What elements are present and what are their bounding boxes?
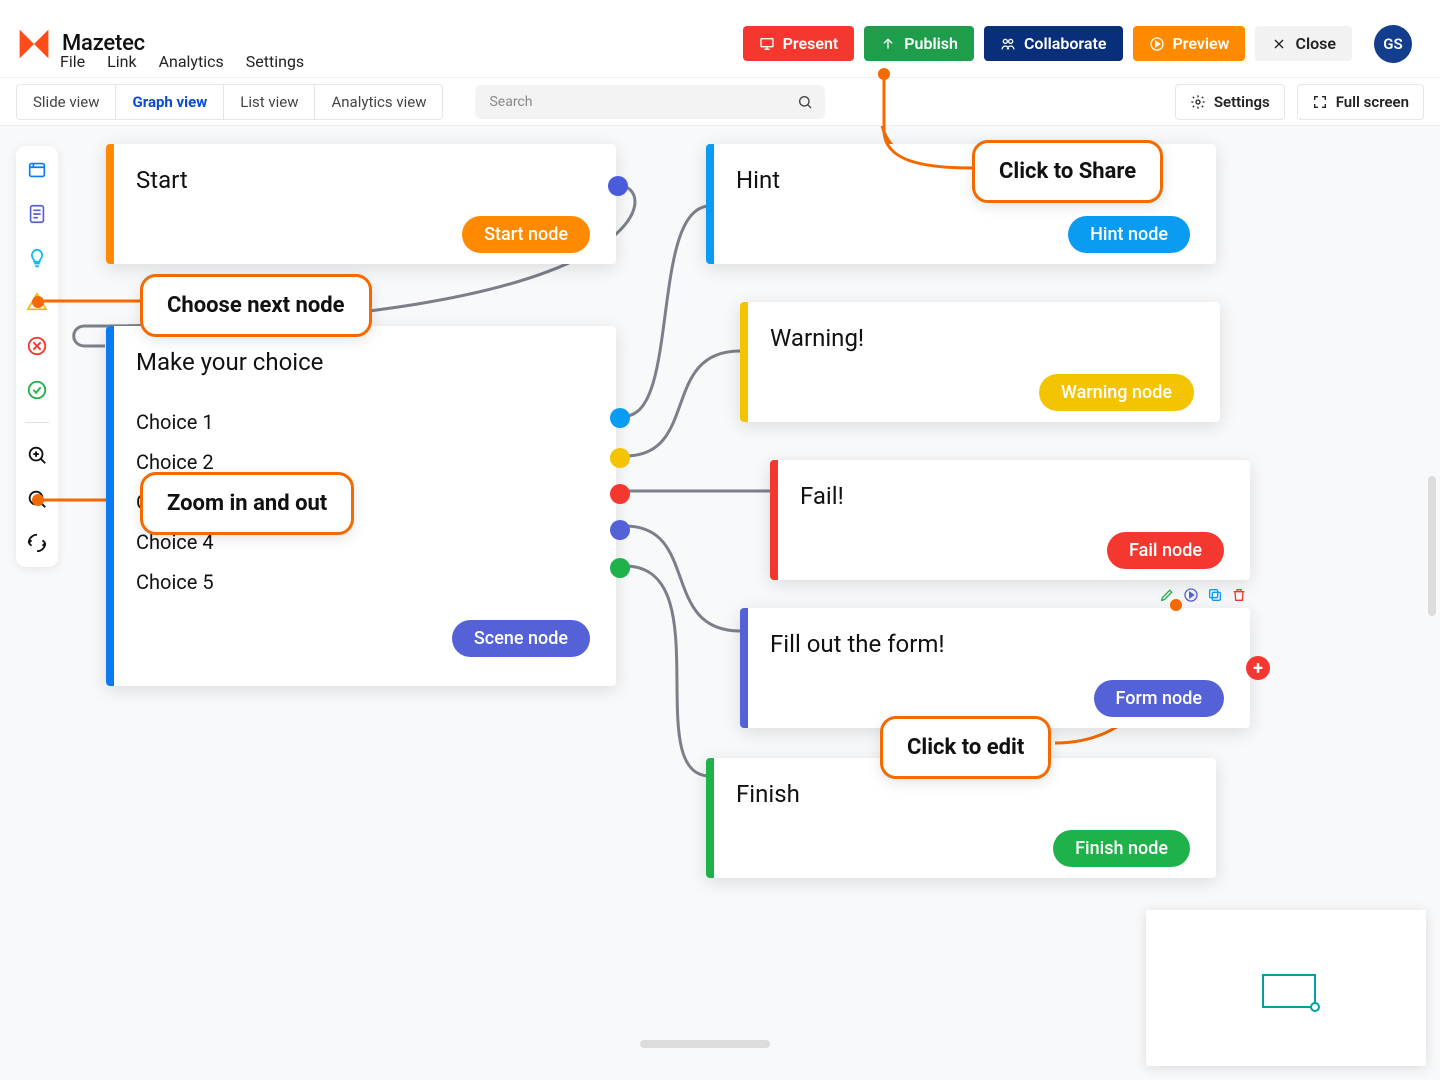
node-fail[interactable]: Fail! Fail node	[770, 460, 1250, 580]
node-warning-pill: Warning node	[1039, 374, 1194, 411]
node-start-pill: Start node	[462, 216, 590, 253]
fullscreen-button[interactable]: Full screen	[1297, 84, 1424, 120]
tool-fail-icon[interactable]	[23, 332, 51, 360]
tool-hint-icon[interactable]	[23, 244, 51, 272]
port-scene-3[interactable]	[610, 484, 630, 504]
port-start-out[interactable]	[608, 176, 628, 196]
callout-zoom: Zoom in and out	[140, 472, 354, 535]
publish-button[interactable]: Publish	[864, 26, 974, 61]
port-scene-1[interactable]	[610, 408, 630, 428]
copy-icon[interactable]	[1206, 586, 1224, 604]
node-form[interactable]: Fill out the form! Form node	[740, 608, 1250, 728]
port-scene-2[interactable]	[610, 448, 630, 468]
minimap-resize-handle[interactable]	[1310, 1002, 1320, 1012]
delete-icon[interactable]	[1230, 586, 1248, 604]
menu-file[interactable]: File	[60, 52, 85, 71]
callout-share: Click to Share	[972, 140, 1163, 203]
menu-link[interactable]: Link	[107, 52, 136, 71]
view-tabs: Slide view Graph view List view Analytic…	[16, 84, 443, 120]
tab-analytics-view[interactable]: Analytics view	[315, 85, 442, 119]
tab-graph-view[interactable]: Graph view	[116, 85, 224, 119]
node-finish-title: Finish	[736, 780, 1190, 808]
callout-next-node-dot	[32, 296, 44, 308]
minimap[interactable]	[1146, 910, 1426, 1066]
menu-row: File Link Analytics Settings	[60, 52, 304, 71]
node-warning[interactable]: Warning! Warning node	[740, 302, 1220, 422]
collaborate-button[interactable]: Collaborate	[984, 26, 1123, 61]
port-scene-5[interactable]	[610, 558, 630, 578]
tool-scene-icon[interactable]	[23, 156, 51, 184]
port-scene-4[interactable]	[610, 520, 630, 540]
callout-next-node: Choose next node	[140, 274, 372, 337]
tool-finish-icon[interactable]	[23, 376, 51, 404]
sub-toolbar: Slide view Graph view List view Analytic…	[0, 78, 1440, 126]
close-button[interactable]: Close	[1255, 26, 1352, 61]
callout-edit: Click to edit	[880, 716, 1051, 779]
search-icon	[797, 94, 813, 110]
node-form-pill: Form node	[1094, 680, 1224, 717]
callout-edit-dot	[1170, 599, 1182, 611]
node-scene-title: Make your choice	[136, 348, 590, 376]
add-node-button[interactable]: +	[1246, 656, 1270, 680]
minimap-viewport[interactable]	[1262, 974, 1316, 1008]
node-scene-pill: Scene node	[452, 620, 590, 657]
node-form-title: Fill out the form!	[770, 630, 1224, 658]
logo-icon	[16, 26, 52, 62]
preview-button[interactable]: Preview	[1133, 26, 1246, 61]
play-icon[interactable]	[1182, 586, 1200, 604]
toolbar-divider	[25, 422, 49, 423]
present-button[interactable]: Present	[743, 26, 855, 61]
tab-list-view[interactable]: List view	[224, 85, 315, 119]
zoom-in-icon[interactable]	[23, 441, 51, 469]
node-start[interactable]: Start Start node	[106, 144, 616, 264]
settings-button[interactable]: Settings	[1175, 84, 1285, 120]
callout-share-dot	[878, 68, 890, 80]
horizontal-scrollbar[interactable]	[640, 1040, 770, 1048]
node-start-title: Start	[136, 166, 590, 194]
search-input[interactable]	[475, 85, 825, 119]
scene-choice-5[interactable]: Choice 5	[136, 562, 590, 602]
node-fail-pill: Fail node	[1107, 532, 1224, 569]
tab-slide-view[interactable]: Slide view	[17, 85, 116, 119]
scene-choice-1[interactable]: Choice 1	[136, 402, 590, 442]
node-finish-pill: Finish node	[1053, 830, 1190, 867]
avatar[interactable]: GS	[1374, 25, 1412, 63]
node-fail-title: Fail!	[800, 482, 1224, 510]
callout-zoom-dot	[32, 494, 44, 506]
vertical-scrollbar[interactable]	[1428, 476, 1436, 616]
node-hint-pill: Hint node	[1068, 216, 1190, 253]
node-warning-title: Warning!	[770, 324, 1194, 352]
graph-canvas[interactable]: Start Start node Make your choice Choice…	[0, 126, 1440, 1080]
menu-analytics[interactable]: Analytics	[159, 52, 224, 71]
zoom-fit-icon[interactable]	[23, 529, 51, 557]
tool-form-icon[interactable]	[23, 200, 51, 228]
menu-settings[interactable]: Settings	[246, 52, 304, 71]
